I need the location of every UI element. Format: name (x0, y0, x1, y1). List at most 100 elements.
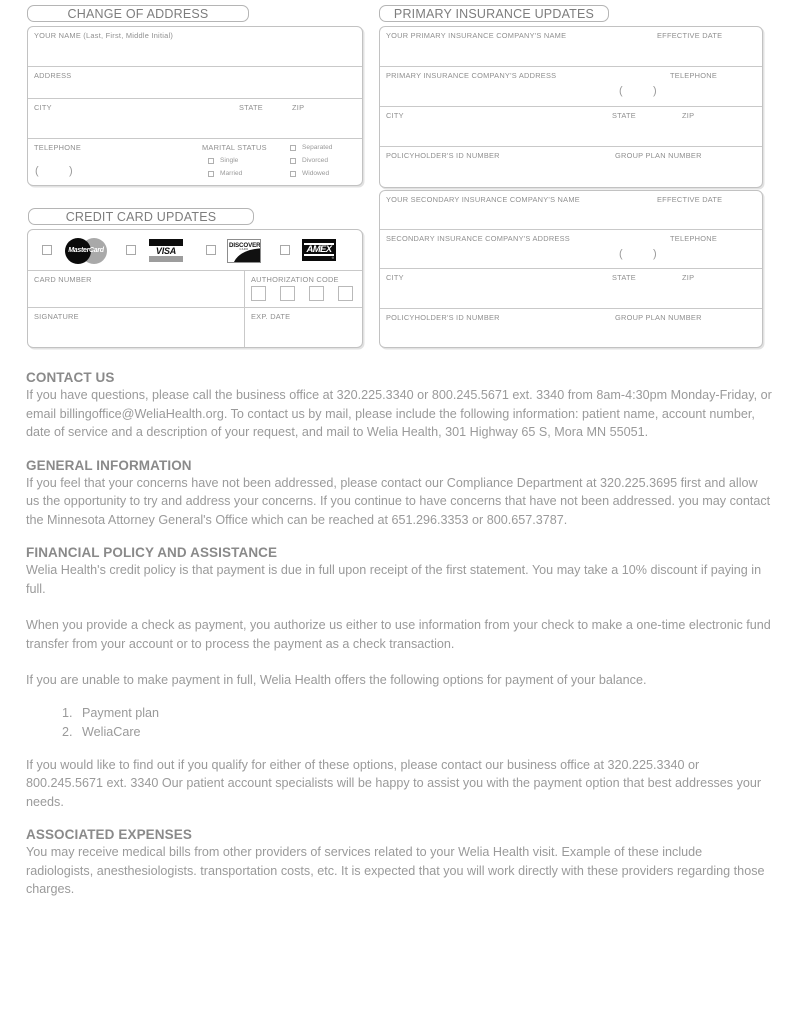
si-company-name-label: YOUR SECONDARY INSURANCE COMPANY'S NAME (386, 195, 580, 204)
change-of-address-title: CHANGE OF ADDRESS (27, 5, 249, 22)
si-address-row: SECONDARY INSURANCE COMPANY'S ADDRESS TE… (380, 230, 762, 269)
contact-us-body: If you have questions, please call the b… (26, 388, 772, 439)
marital-label-divorced: Divorced (302, 157, 329, 164)
mastercard-icon: MasterCard (65, 238, 107, 264)
si-policy-row: POLICYHOLDER'S ID NUMBER GROUP PLAN NUMB… (380, 309, 762, 347)
visa-icon-label: VISA (155, 246, 177, 256)
mastercard-icon-label: MasterCard (68, 247, 104, 254)
discover-checkbox[interactable] (206, 245, 216, 255)
list-item: Payment plan (76, 704, 772, 723)
si-group-plan-label: GROUP PLAN NUMBER (615, 313, 702, 322)
pi-phone-open-paren: ( (619, 85, 623, 97)
contact-us-section: CONTACT US If you have questions, please… (26, 370, 772, 442)
associated-expenses-heading: ASSOCIATED EXPENSES (26, 827, 192, 842)
signature-divider (244, 308, 245, 347)
card-number-label: CARD NUMBER (34, 275, 92, 284)
change-of-address-title-text: CHANGE OF ADDRESS (67, 7, 209, 21)
si-phone-close-paren: ) (653, 248, 657, 260)
auth-code-box-3[interactable] (309, 286, 324, 301)
marital-label-married: Married (220, 170, 243, 177)
financial-policy-paragraph-4: If you would like to find out if you qua… (26, 757, 762, 809)
credit-card-logos-row: MasterCard VISA DISCOVER CARD AMEX ® (28, 230, 362, 271)
auth-code-box-2[interactable] (280, 286, 295, 301)
coa-name-row: YOUR NAME (Last, First, Middle Initial) (28, 27, 362, 67)
marital-checkbox-separated[interactable] (290, 145, 296, 151)
visa-checkbox[interactable] (126, 245, 136, 255)
marital-label-single: Single (220, 157, 239, 164)
credit-card-updates-title: CREDIT CARD UPDATES (28, 208, 254, 225)
signature-label: SIGNATURE (34, 312, 79, 321)
si-company-address-label: SECONDARY INSURANCE COMPANY'S ADDRESS (386, 234, 570, 243)
coa-city-label: CITY (34, 103, 52, 112)
pi-group-plan-label: GROUP PLAN NUMBER (615, 151, 702, 160)
form-page: CHANGE OF ADDRESS YOUR NAME (Last, First… (0, 0, 791, 1024)
marital-label-widowed: Widowed (302, 170, 330, 177)
coa-telephone-label: TELEPHONE (34, 143, 82, 152)
financial-policy-paragraph-3: If you are unable to make payment in ful… (26, 673, 647, 687)
si-phone-open-paren: ( (619, 248, 623, 260)
card-number-row: CARD NUMBER AUTHORIZATION CODE (28, 271, 362, 308)
associated-expenses-body: You may receive medical bills from other… (26, 845, 765, 896)
coa-phone-close-paren: ) (69, 165, 73, 177)
discover-icon: DISCOVER CARD (227, 239, 261, 263)
general-information-body: If you feel that your concerns have not … (26, 475, 771, 527)
primary-insurance-title-text: PRIMARY INSURANCE UPDATES (393, 7, 595, 21)
auth-code-box-1[interactable] (251, 286, 266, 301)
marital-checkbox-divorced[interactable] (290, 158, 296, 164)
authorization-code-label: AUTHORIZATION CODE (251, 275, 339, 284)
si-telephone-label: TELEPHONE (670, 234, 718, 243)
marital-status-label: MARITAL STATUS (202, 143, 267, 152)
pi-policy-row: POLICYHOLDER'S ID NUMBER GROUP PLAN NUMB… (380, 147, 762, 187)
credit-card-updates-title-text: CREDIT CARD UPDATES (65, 210, 217, 224)
si-policyholder-id-label: POLICYHOLDER'S ID NUMBER (386, 313, 500, 322)
coa-zip-label: ZIP (292, 103, 305, 112)
payment-options-list: Payment plan WeliaCare (26, 704, 772, 742)
change-of-address-box: YOUR NAME (Last, First, Middle Initial) … (27, 26, 363, 186)
coa-telephone-row: TELEPHONE ( ) MARITAL STATUS Single Marr… (28, 139, 362, 185)
marital-checkbox-married[interactable] (208, 171, 214, 177)
si-effective-date-label: EFFECTIVE DATE (657, 195, 723, 204)
primary-insurance-title: PRIMARY INSURANCE UPDATES (379, 5, 609, 22)
pi-zip-label: ZIP (682, 111, 695, 120)
coa-address-label: ADDRESS (34, 71, 72, 80)
financial-policy-paragraph-2: When you provide a check as payment, you… (26, 618, 771, 651)
pi-state-label: STATE (612, 111, 636, 120)
associated-expenses-section: ASSOCIATED EXPENSES You may receive medi… (26, 827, 772, 899)
si-zip-label: ZIP (682, 273, 695, 282)
list-item: WeliaCare (76, 723, 772, 742)
coa-phone-open-paren: ( (35, 165, 39, 177)
pi-address-row: PRIMARY INSURANCE COMPANY'S ADDRESS TELE… (380, 67, 762, 107)
visa-icon: VISA (149, 239, 183, 262)
marital-checkbox-widowed[interactable] (290, 171, 296, 177)
marital-checkbox-single[interactable] (208, 158, 214, 164)
discover-icon-sublabel: CARD (239, 248, 249, 251)
financial-policy-heading: FINANCIAL POLICY AND ASSISTANCE (26, 545, 278, 560)
pi-name-row: YOUR PRIMARY INSURANCE COMPANY'S NAME EF… (380, 27, 762, 67)
pi-city-label: CITY (386, 111, 404, 120)
coa-state-label: STATE (239, 103, 263, 112)
signature-row: SIGNATURE EXP. DATE (28, 308, 362, 347)
si-name-row: YOUR SECONDARY INSURANCE COMPANY'S NAME … (380, 191, 762, 230)
marital-label-separated: Separated (302, 144, 333, 151)
exp-date-label: EXP. DATE (251, 312, 291, 321)
contact-us-heading: CONTACT US (26, 370, 115, 385)
pi-phone-close-paren: ) (653, 85, 657, 97)
auth-code-box-4[interactable] (338, 286, 353, 301)
si-state-label: STATE (612, 273, 636, 282)
mastercard-checkbox[interactable] (42, 245, 52, 255)
pi-company-name-label: YOUR PRIMARY INSURANCE COMPANY'S NAME (386, 31, 567, 40)
amex-icon: AMEX ® (302, 239, 336, 261)
si-city-row: CITY STATE ZIP (380, 269, 762, 309)
coa-name-label: YOUR NAME (Last, First, Middle Initial) (34, 31, 174, 40)
si-city-label: CITY (386, 273, 404, 282)
pi-company-address-label: PRIMARY INSURANCE COMPANY'S ADDRESS (386, 71, 557, 80)
financial-policy-section: FINANCIAL POLICY AND ASSISTANCE Welia He… (26, 545, 772, 811)
pi-policyholder-id-label: POLICYHOLDER'S ID NUMBER (386, 151, 500, 160)
primary-insurance-box: YOUR PRIMARY INSURANCE COMPANY'S NAME EF… (379, 26, 763, 188)
general-information-heading: GENERAL INFORMATION (26, 457, 192, 473)
informational-content: CONTACT US If you have questions, please… (26, 370, 772, 915)
general-information-section: GENERAL INFORMATION If you feel that you… (26, 458, 772, 530)
amex-icon-registered: ® (331, 256, 334, 260)
amex-checkbox[interactable] (280, 245, 290, 255)
coa-address-row: ADDRESS (28, 67, 362, 99)
